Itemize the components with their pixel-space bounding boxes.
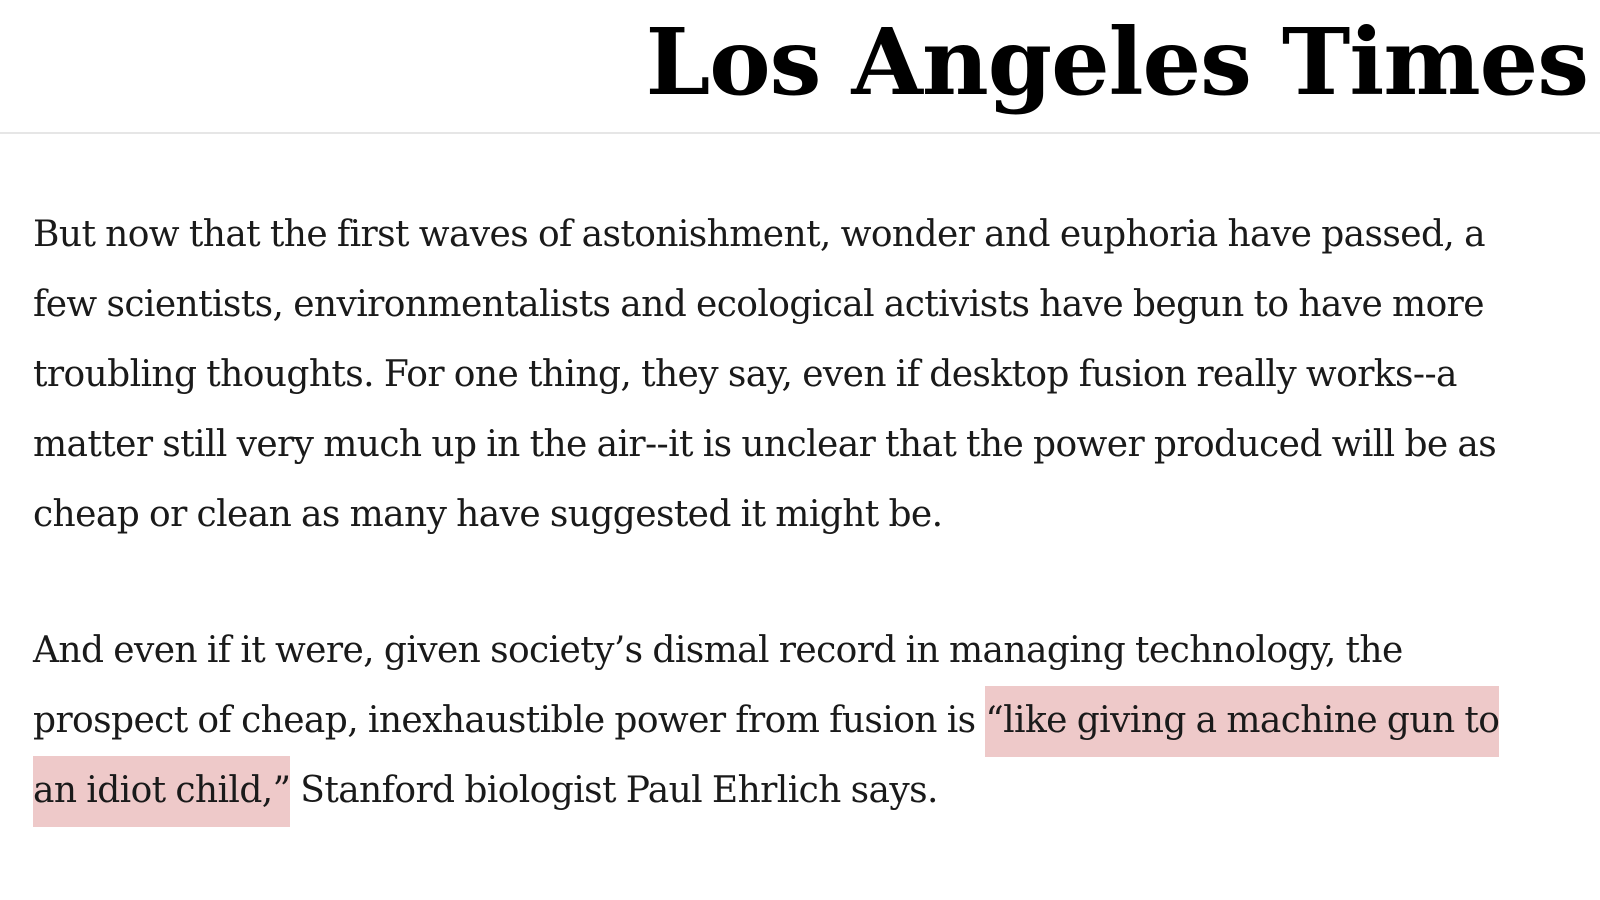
newspaper-logo[interactable]: Los Angeles Times (646, 10, 1589, 114)
paragraph-1: But now that the first waves of astonish… (33, 214, 1497, 535)
article-page: Los Angeles Times But now that the first… (0, 0, 1600, 900)
masthead: Los Angeles Times (0, 0, 1600, 134)
paragraph-2-tail: Stanford biologist Paul Ehrlich says. (290, 770, 938, 811)
article-body: But now that the first waves of astonish… (33, 200, 1543, 827)
paragraph-2: And even if it were, given society’s dis… (33, 616, 1543, 827)
